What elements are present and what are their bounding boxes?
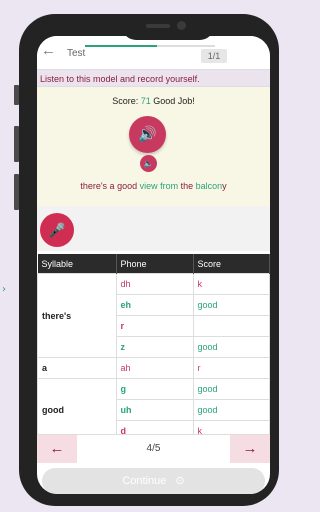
speaker-grille	[146, 24, 170, 28]
sentence-word: the	[180, 181, 196, 191]
sentence-word: good	[117, 181, 140, 191]
phone-cell: uh	[115, 399, 194, 421]
syllable-cell: a	[37, 357, 117, 379]
back-arrow-icon[interactable]: ←	[41, 42, 56, 59]
continue-circle-icon: ⊙	[175, 475, 185, 487]
page-title: Test	[67, 48, 86, 59]
speaker-icon: 🔊	[138, 126, 157, 143]
score-label: Score:	[112, 96, 139, 106]
sentence-word: a	[109, 181, 118, 191]
camera-icon	[177, 21, 186, 30]
sentence-word: view	[139, 181, 161, 191]
syllable-cell: good	[37, 378, 117, 434]
phone-cell: ah	[115, 357, 194, 379]
score-cell	[192, 315, 270, 337]
column-header-syllable: Syllable	[37, 254, 117, 274]
app-screen: ← Test 1/1 Listen to this model and reco…	[37, 36, 270, 494]
score-cell: k	[192, 420, 270, 434]
phoneme-table: Syllable Phone Score there's dh k eh good r z g…	[37, 254, 270, 434]
pagination-bar: ← 4/5 →	[37, 434, 270, 463]
phoneme-table-container[interactable]: Syllable Phone Score there's dh k eh good r z g…	[37, 254, 270, 434]
score-cell: r	[192, 357, 270, 379]
pointer-icon: ›	[2, 284, 6, 295]
syllable-cell: there's	[37, 273, 117, 358]
progress-bar	[85, 45, 215, 47]
phone-cell: g	[115, 378, 194, 400]
table-row: a ah r	[37, 357, 270, 379]
score-line: Score: 71 Good Job!	[37, 96, 270, 106]
next-button[interactable]: →	[230, 435, 270, 463]
column-header-phone: Phone	[116, 254, 194, 274]
instruction-text: Listen to this model and record yourself…	[37, 69, 270, 87]
score-text: Good Job!	[153, 96, 195, 106]
phone-cell: dh	[115, 273, 194, 295]
item-counter-badge: 1/1	[201, 49, 227, 63]
arrow-right-icon: →	[242, 440, 258, 457]
speaker-small-icon: 🔈	[143, 159, 154, 168]
model-sentence: there's a good view from the balcony	[37, 181, 270, 191]
sentence-word: there's	[80, 181, 110, 191]
play-model-button[interactable]: 🔊	[129, 116, 166, 153]
score-cell: good	[192, 378, 270, 400]
sentence-word: from	[160, 181, 181, 191]
sentence-word: y	[222, 181, 227, 191]
top-bar: ← Test 1/1	[37, 36, 270, 69]
play-slow-button[interactable]: 🔈	[140, 155, 157, 172]
continue-label: Continue	[122, 475, 167, 487]
progress-fill	[85, 45, 157, 47]
continue-button[interactable]: Continue ⊙	[42, 468, 265, 494]
record-button[interactable]: 🎤	[40, 213, 74, 247]
phone-notch	[122, 14, 214, 40]
phone-cell: r	[115, 315, 194, 337]
score-cell: good	[192, 399, 270, 421]
microphone-icon: 🎤	[48, 222, 66, 238]
table-row: there's dh k	[37, 273, 270, 358]
record-area: 🎤	[37, 206, 270, 251]
score-cell: good	[192, 294, 270, 316]
sentence-word: balcon	[195, 181, 223, 191]
score-cell: good	[192, 336, 270, 358]
table-row: good g good	[37, 378, 270, 434]
phone-cell: eh	[115, 294, 194, 316]
phone-cell: z	[115, 336, 194, 358]
score-value: 71	[140, 96, 151, 106]
phone-cell: d	[115, 420, 194, 434]
column-header-score: Score	[193, 254, 270, 274]
score-cell: k	[192, 273, 270, 295]
model-panel: Score: 71 Good Job! 🔊 🔈 there's a good v…	[37, 87, 270, 206]
